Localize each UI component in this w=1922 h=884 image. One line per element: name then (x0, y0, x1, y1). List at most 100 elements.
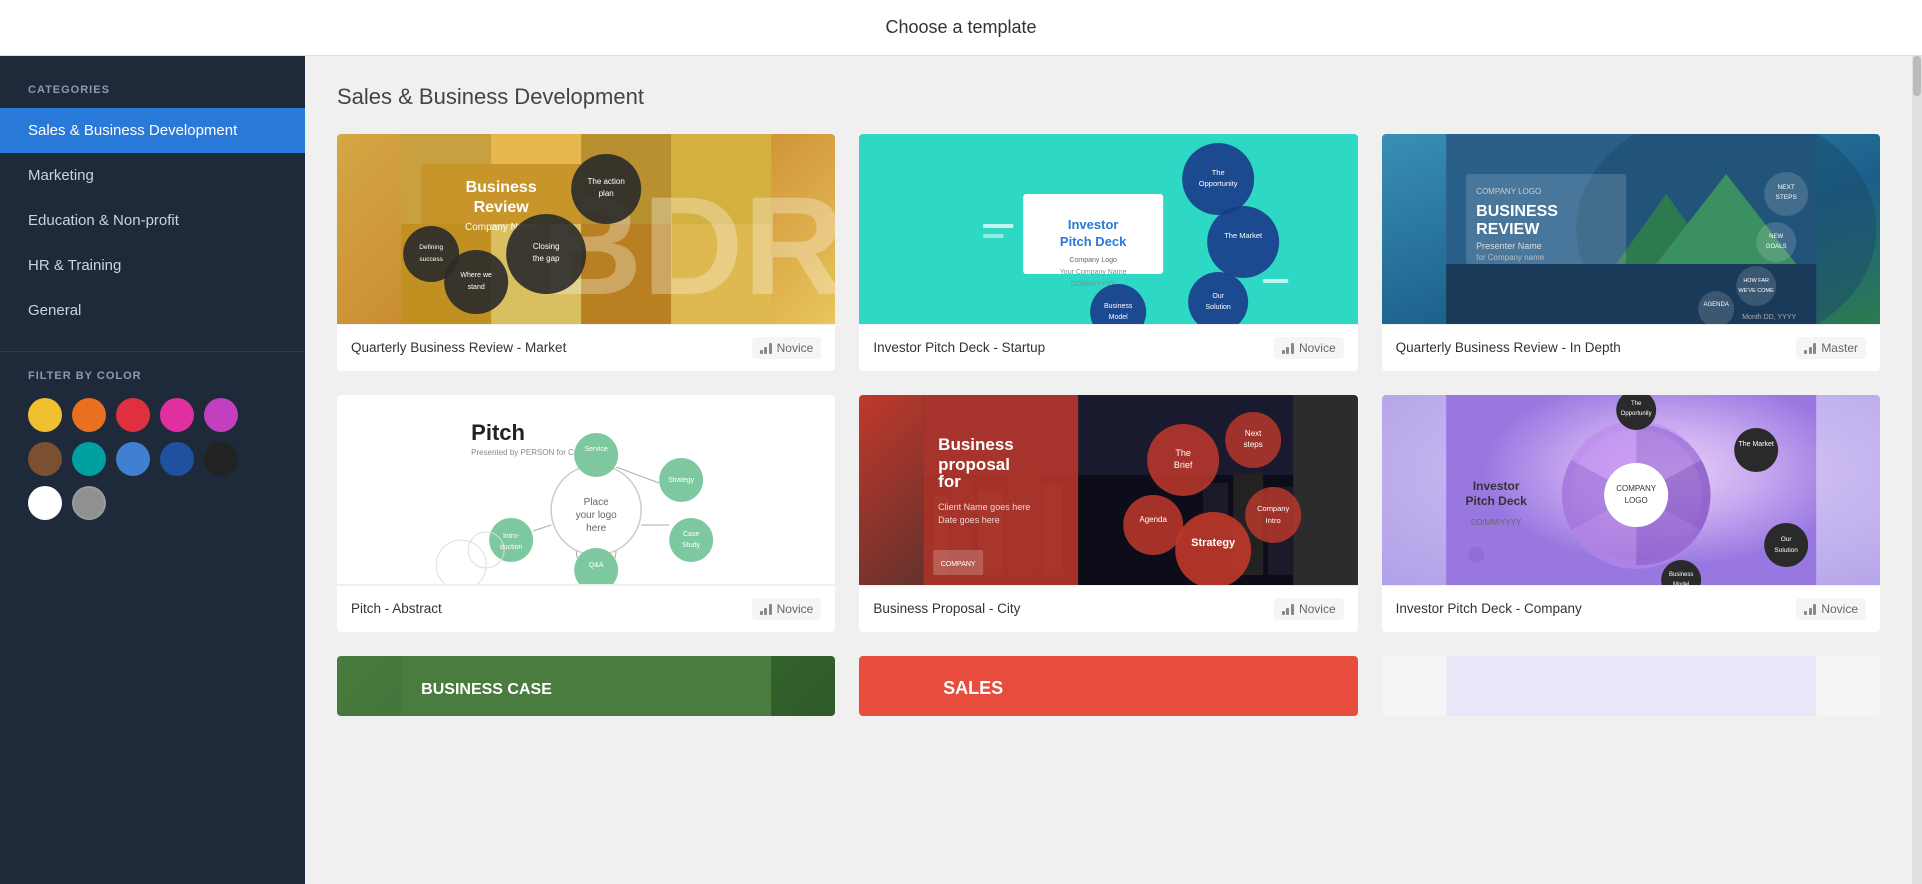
color-swatch-blue-medium[interactable] (116, 442, 150, 476)
filter-color-label: FILTER BY COLOR (0, 370, 305, 398)
svg-text:Our: Our (1780, 536, 1792, 543)
template-name: Business Proposal - City (873, 600, 1020, 619)
svg-text:for Company name: for Company name (1476, 253, 1545, 262)
sidebar-item-hr[interactable]: HR & Training (0, 243, 305, 288)
template-card-biz-proposal-city[interactable]: Business proposal for Client Name goes h… (859, 395, 1357, 632)
template-card-qbr-indepth[interactable]: COMPANY LOGO BUSINESS REVIEW Presenter N… (1382, 134, 1880, 371)
svg-text:Business: Business (466, 179, 537, 196)
template-name: Investor Pitch Deck - Company (1396, 600, 1582, 619)
svg-text:Pitch: Pitch (471, 420, 525, 445)
template-name: Investor Pitch Deck - Startup (873, 339, 1045, 358)
svg-text:success: success (419, 256, 443, 263)
svg-text:stand: stand (468, 284, 485, 291)
svg-text:Company Logo: Company Logo (1070, 257, 1118, 264)
color-filter-grid (0, 398, 305, 544)
partial-card-sales[interactable]: SALES (859, 656, 1357, 716)
template-level: Novice (1274, 337, 1344, 359)
svg-text:Service: Service (584, 446, 607, 453)
svg-text:steps: steps (1244, 440, 1263, 449)
partial-card-biz-case[interactable]: BUSINESS CASE (337, 656, 835, 716)
svg-text:HOW FAR: HOW FAR (1743, 278, 1769, 284)
svg-text:Q&A: Q&A (589, 562, 604, 569)
header: Choose a template (0, 0, 1922, 56)
svg-text:Closing: Closing (533, 242, 560, 251)
svg-text:LOGO: LOGO (1624, 496, 1647, 505)
template-card-qbr-market[interactable]: BDR Business Review Company Name The act… (337, 134, 835, 371)
svg-text:your logo: your logo (576, 510, 618, 521)
svg-text:SALES: SALES (943, 678, 1003, 698)
svg-text:plan: plan (599, 189, 614, 198)
sidebar-item-general[interactable]: General (0, 288, 305, 333)
color-swatch-teal[interactable] (72, 442, 106, 476)
svg-text:Intro: Intro (1266, 516, 1281, 525)
svg-text:NEW: NEW (1769, 234, 1783, 240)
color-swatch-red[interactable] (116, 398, 150, 432)
color-swatch-gray[interactable] (72, 486, 106, 520)
color-swatch-white[interactable] (28, 486, 62, 520)
template-name: Quarterly Business Review - In Depth (1396, 339, 1621, 358)
svg-text:Business: Business (1669, 572, 1693, 578)
template-thumbnail: COMPANY LOGO The Opportunity The Market … (1382, 395, 1880, 585)
level-icon (760, 603, 772, 615)
svg-text:Company: Company (1257, 504, 1289, 513)
template-name: Quarterly Business Review - Market (351, 339, 566, 358)
template-thumbnail: BDR Business Review Company Name The act… (337, 134, 835, 324)
templates-grid: BDR Business Review Company Name The act… (337, 134, 1880, 632)
content-area: Sales & Business Development (305, 56, 1912, 884)
section-title: Sales & Business Development (337, 84, 1880, 110)
svg-text:Solution: Solution (1206, 304, 1231, 311)
sidebar-item-sales[interactable]: Sales & Business Development (0, 108, 305, 153)
svg-text:The Market: The Market (1738, 441, 1773, 448)
svg-text:Review: Review (474, 199, 530, 216)
scrollbar-thumb[interactable] (1913, 56, 1921, 96)
color-swatch-orange[interactable] (72, 398, 106, 432)
color-swatch-black[interactable] (204, 442, 238, 476)
svg-text:Model: Model (1109, 314, 1129, 321)
template-info: Investor Pitch Deck - Company Novice (1382, 585, 1880, 632)
svg-text:REVIEW: REVIEW (1476, 221, 1540, 238)
svg-text:Place: Place (584, 497, 609, 508)
template-level: Master (1796, 337, 1866, 359)
svg-text:COMPANY: COMPANY (941, 561, 976, 568)
svg-text:Client Name goes here: Client Name goes here (938, 502, 1030, 512)
svg-text:Date goes here: Date goes here (938, 515, 1000, 525)
svg-text:Brief: Brief (1174, 460, 1193, 470)
color-swatch-yellow[interactable] (28, 398, 62, 432)
template-card-pitch-abstract[interactable]: Pitch Presented by PERSON for COMPANY Pl… (337, 395, 835, 632)
svg-text:Pitch Deck: Pitch Deck (1465, 494, 1527, 508)
sidebar: CATEGORIES Sales & Business Development … (0, 56, 305, 884)
svg-text:The: The (1212, 168, 1225, 177)
svg-text:here: here (586, 523, 606, 534)
level-icon (1804, 603, 1816, 615)
color-swatch-purple[interactable] (204, 398, 238, 432)
svg-text:Model: Model (1673, 582, 1689, 585)
template-info: Investor Pitch Deck - Startup Novice (859, 324, 1357, 371)
sidebar-item-education[interactable]: Education & Non-profit (0, 198, 305, 243)
svg-text:Business: Business (1104, 303, 1133, 310)
color-swatch-blue-dark[interactable] (160, 442, 194, 476)
template-card-investor-company[interactable]: COMPANY LOGO The Opportunity The Market … (1382, 395, 1880, 632)
template-level: Novice (1796, 598, 1866, 620)
template-info: Quarterly Business Review - Market Novic… (337, 324, 835, 371)
svg-text:Opportunity: Opportunity (1199, 179, 1238, 188)
template-card-investor-startup[interactable]: Investor Pitch Deck Company Logo Your Co… (859, 134, 1357, 371)
svg-text:GOALS: GOALS (1765, 244, 1786, 250)
level-icon (1282, 342, 1294, 354)
svg-text:COMPANY LOGO: COMPANY LOGO (1476, 187, 1541, 196)
color-swatch-brown[interactable] (28, 442, 62, 476)
template-level: Novice (752, 598, 822, 620)
svg-text:WE'VE COME: WE'VE COME (1738, 288, 1774, 294)
svg-text:Intro-: Intro- (503, 533, 520, 540)
svg-text:Business: Business (938, 435, 1014, 454)
svg-text:Strategy: Strategy (1191, 537, 1236, 549)
sidebar-item-marketing[interactable]: Marketing (0, 153, 305, 198)
template-level: Novice (1274, 598, 1344, 620)
template-info: Pitch - Abstract Novice (337, 585, 835, 632)
svg-text:BUSINESS: BUSINESS (1476, 203, 1558, 220)
svg-text:AGENDA: AGENDA (1703, 302, 1728, 308)
svg-text:Your Company Name: Your Company Name (1060, 269, 1127, 276)
scrollbar[interactable] (1912, 56, 1922, 884)
svg-text:The Market: The Market (1225, 231, 1264, 240)
color-swatch-pink[interactable] (160, 398, 194, 432)
partial-card-extra[interactable] (1382, 656, 1880, 716)
